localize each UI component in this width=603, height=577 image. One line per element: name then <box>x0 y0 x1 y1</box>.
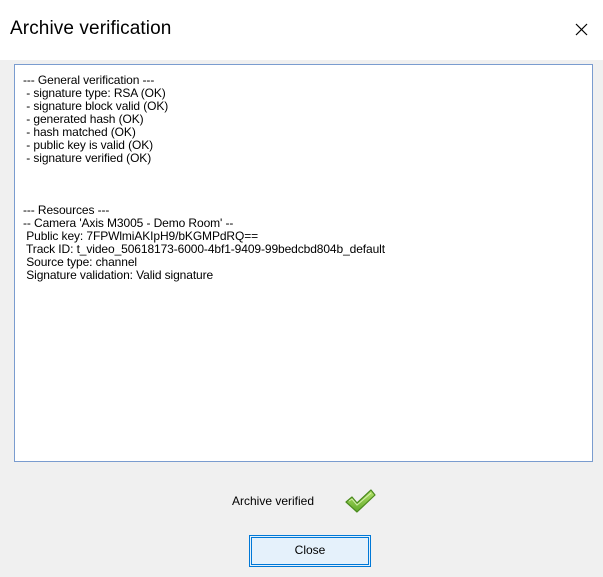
title-bar: Archive verification <box>0 0 603 60</box>
log-line: - signature verified (OK) <box>23 151 152 165</box>
dialog-title: Archive verification <box>10 18 172 39</box>
verification-log-text: --- General verification --- - signature… <box>23 74 385 282</box>
close-icon[interactable] <box>568 16 594 42</box>
log-line: Signature validation: Valid signature <box>23 268 214 282</box>
archive-verification-dialog: Archive verification --- General verific… <box>0 0 603 577</box>
verification-status: Archive verified <box>0 484 603 514</box>
checkmark-icon <box>342 487 378 515</box>
status-text: Archive verified <box>232 494 315 508</box>
close-button[interactable]: Close <box>249 535 371 567</box>
verification-log-textbox[interactable]: --- General verification --- - signature… <box>14 64 593 462</box>
